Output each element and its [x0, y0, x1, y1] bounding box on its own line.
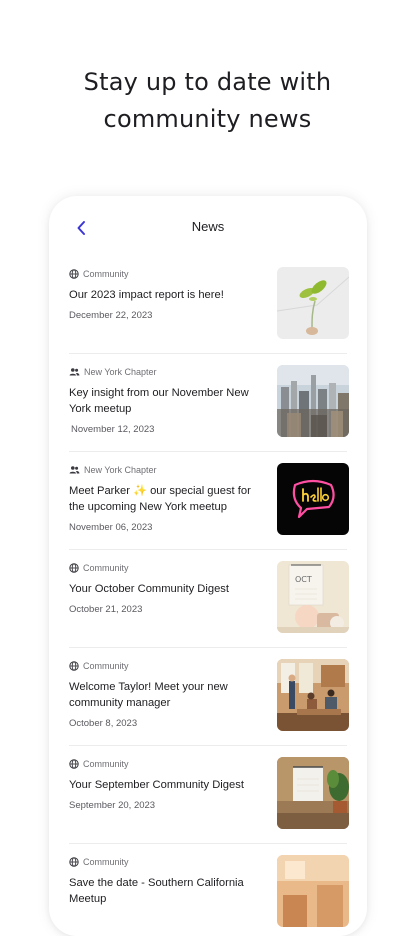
globe-icon [69, 759, 79, 769]
plant-sprout-image [277, 267, 349, 339]
people-icon [69, 466, 80, 474]
news-item[interactable]: Community Your September Community Diges… [49, 746, 367, 844]
neon-hello-sign-image [277, 463, 349, 535]
news-date: October 21, 2023 [69, 604, 143, 615]
news-date: October 8, 2023 [69, 718, 138, 729]
globe-icon [69, 857, 79, 867]
news-thumbnail [277, 365, 349, 437]
news-date: September 20, 2023 [69, 800, 156, 811]
news-source: Community [69, 562, 129, 574]
promo-headline: Stay up to date with community news [0, 64, 415, 138]
oct-calendar-image: OCT [277, 561, 349, 633]
news-date: November 06, 2023 [69, 522, 153, 533]
news-title: Your September Community Digest [69, 779, 244, 791]
news-item[interactable]: New York Chapter Key insight from our No… [49, 354, 367, 452]
news-item[interactable]: New York Chapter Meet Parker ✨ our speci… [49, 452, 367, 550]
news-item[interactable]: Community Our 2023 impact report is here… [49, 256, 367, 354]
news-title: Save the date - Southern California Meet… [69, 877, 244, 905]
news-source: New York Chapter [69, 464, 157, 476]
news-feed: Community Our 2023 impact report is here… [49, 256, 367, 936]
news-thumbnail [277, 463, 349, 535]
headline-line-2: community news [103, 105, 312, 133]
city-skyline-image [277, 365, 349, 437]
svg-text:OCT: OCT [295, 575, 312, 584]
globe-icon [69, 269, 79, 279]
news-source-label: Community [83, 759, 129, 769]
news-source-label: Community [83, 661, 129, 671]
news-thumbnail [277, 855, 349, 927]
news-title: Key insight from our November New York m… [69, 387, 249, 415]
news-thumbnail [277, 757, 349, 829]
globe-icon [69, 563, 79, 573]
news-item[interactable]: Community Save the date - Southern Calif… [49, 844, 367, 936]
news-thumbnail [277, 267, 349, 339]
news-source-label: Community [83, 269, 129, 279]
warm-interior-image [277, 855, 349, 927]
news-source-label: New York Chapter [84, 465, 157, 475]
people-icon [69, 368, 80, 376]
headline-line-1: Stay up to date with [83, 68, 332, 96]
news-title: Your October Community Digest [69, 583, 230, 595]
news-source: New York Chapter [69, 366, 157, 378]
news-item[interactable]: Community Welcome Taylor! Meet your new … [49, 648, 367, 746]
page-title: News [191, 219, 225, 234]
office-meeting-image [277, 659, 349, 731]
news-source: Community [69, 268, 129, 280]
news-source-label: Community [83, 857, 129, 867]
news-thumbnail: OCT [277, 561, 349, 633]
phone-screen: News Community Our 2023 impact report is… [49, 196, 367, 936]
news-source-label: New York Chapter [84, 367, 157, 377]
news-source-label: Community [83, 563, 129, 573]
news-item[interactable]: Community Your October Community Digest … [49, 550, 367, 648]
globe-icon [69, 661, 79, 671]
news-source: Community [69, 856, 129, 868]
news-title: Our 2023 impact report is here! [69, 289, 224, 301]
news-date: December 22, 2023 [69, 310, 153, 321]
news-date: November 12, 2023 [71, 424, 155, 435]
calendar-with-plant-image [277, 757, 349, 829]
news-title: Meet Parker ✨ our special guest for the … [69, 485, 251, 513]
news-title: Welcome Taylor! Meet your new community … [69, 681, 228, 709]
news-thumbnail [277, 659, 349, 731]
news-source: Community [69, 660, 129, 672]
top-bar: News [49, 216, 367, 240]
news-source: Community [69, 758, 129, 770]
